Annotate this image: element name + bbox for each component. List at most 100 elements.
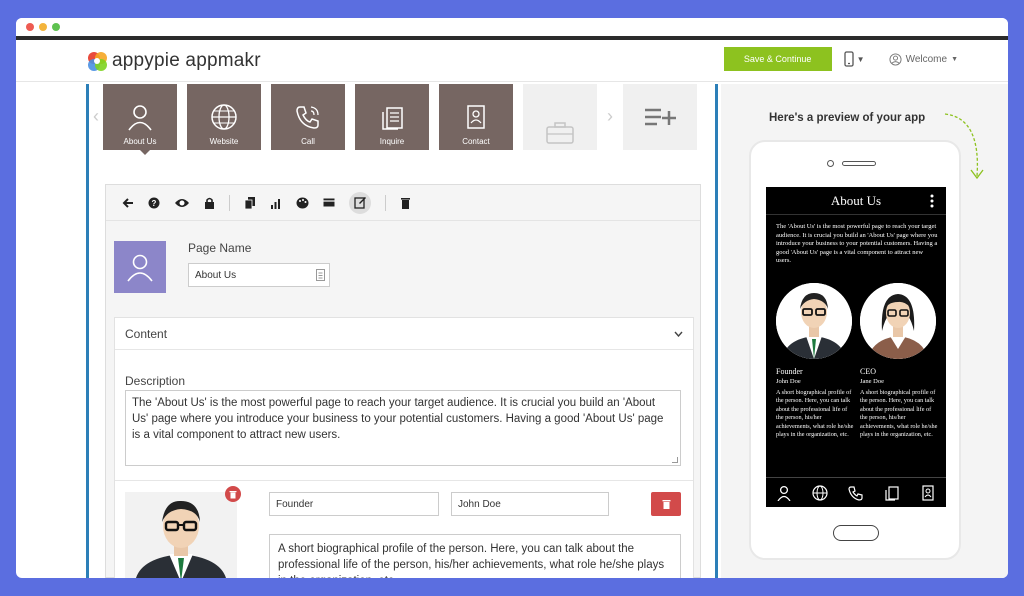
page-tile-inquire[interactable]: Inquire xyxy=(355,84,429,150)
caret-down-icon: ▼ xyxy=(856,54,865,64)
close-dot[interactable] xyxy=(26,23,34,31)
founder-avatar-image xyxy=(776,283,852,359)
screen-tab-bar xyxy=(766,477,946,507)
member-role-value: Founder xyxy=(276,498,314,510)
edit-icon xyxy=(353,197,366,209)
screen-header: About Us xyxy=(766,187,946,215)
device-selector[interactable]: ▼ xyxy=(843,51,865,67)
app-preview-pane: Here's a preview of your app About Us Th… xyxy=(721,84,1008,578)
screen-intro-text: The 'About Us' is the most powerful page… xyxy=(776,223,938,264)
member-name-input[interactable]: John Doe xyxy=(451,492,609,516)
more-vertical-icon[interactable] xyxy=(930,194,934,208)
page-tile-label: Call xyxy=(301,137,315,146)
member-role: CEO xyxy=(860,367,876,376)
page-tile-label: Inquire xyxy=(379,137,405,146)
toolbar-separator xyxy=(385,194,386,211)
lock-icon[interactable] xyxy=(204,197,215,209)
page-tile-label: About Us xyxy=(123,137,157,146)
page-tile-website[interactable]: Website xyxy=(187,84,261,150)
palette-icon[interactable] xyxy=(296,197,309,209)
chevron-down-icon xyxy=(674,331,683,337)
founder-avatar xyxy=(776,283,852,359)
member-name: John Doe xyxy=(776,378,801,385)
contact-card-icon xyxy=(467,105,485,129)
header-actions: Save & Continue ▼ Welcome ▼ xyxy=(723,47,958,71)
briefcase-icon xyxy=(546,122,574,144)
trash-icon xyxy=(662,500,670,509)
appypie-logo-icon xyxy=(88,51,107,71)
pages-carousel: ‹ About Us Website Call Inquire Contact … xyxy=(89,84,715,170)
globe-icon[interactable] xyxy=(812,484,828,501)
maximize-dot[interactable] xyxy=(52,23,60,31)
svg-text:?: ? xyxy=(152,199,157,208)
carousel-next-icon[interactable]: › xyxy=(607,106,613,127)
remove-photo-button[interactable] xyxy=(225,486,241,502)
phone-home-button xyxy=(833,525,879,541)
person-icon[interactable] xyxy=(776,485,792,501)
edit-page-button[interactable] xyxy=(349,191,371,214)
description-textarea[interactable]: The 'About Us' is the most powerful page… xyxy=(125,390,681,466)
phone-speaker xyxy=(827,160,876,167)
page-tile-call[interactable]: Call xyxy=(271,84,345,150)
page-settings-panel: ? Page Name About Us Content Description… xyxy=(105,184,701,578)
member-bio: A short biographical profile of the pers… xyxy=(860,389,938,439)
page-name-label: Page Name xyxy=(188,241,252,255)
user-menu[interactable]: Welcome ▼ xyxy=(889,52,958,66)
section-divider xyxy=(115,480,693,481)
member-name-value: John Doe xyxy=(458,498,501,510)
phone-icon[interactable] xyxy=(848,485,864,501)
ceo-avatar xyxy=(860,283,936,359)
page-tile-contact[interactable]: Contact xyxy=(439,84,513,150)
speaker-grille xyxy=(842,161,876,166)
member-bio-textarea[interactable]: A short biographical profile of the pers… xyxy=(269,534,681,578)
documents-icon[interactable] xyxy=(884,485,900,501)
appypie-logo[interactable]: appypie appmakr xyxy=(86,50,261,72)
person-icon xyxy=(128,105,152,131)
page-name-value: About Us xyxy=(195,269,237,281)
description-text: The 'About Us' is the most powerful page… xyxy=(132,397,664,441)
member-bio-text: A short biographical profile of the pers… xyxy=(278,543,665,578)
screen-title: About Us xyxy=(830,192,882,208)
help-icon[interactable]: ? xyxy=(148,197,160,209)
member-name: Jane Doe xyxy=(860,378,885,385)
carousel-prev-icon[interactable]: ‹ xyxy=(93,106,99,127)
copy-icon[interactable] xyxy=(244,196,256,209)
add-page-tile[interactable] xyxy=(623,84,697,150)
app-header: appypie appmakr Save & Continue ▼ Welcom… xyxy=(16,40,1008,82)
toolbar-separator xyxy=(229,194,230,211)
minimize-dot[interactable] xyxy=(39,23,47,31)
preview-title: Here's a preview of your app xyxy=(769,112,926,124)
page-editor: ‹ About Us Website Call Inquire Contact … xyxy=(86,84,718,578)
resize-handle[interactable] xyxy=(672,457,678,463)
browser-window: appypie appmakr Save & Continue ▼ Welcom… xyxy=(16,18,1008,578)
ceo-avatar-image xyxy=(860,283,936,359)
signal-bars-icon[interactable] xyxy=(270,197,282,209)
person-icon xyxy=(127,254,153,282)
mobile-phone-icon xyxy=(843,51,854,67)
content-accordion-header[interactable]: Content xyxy=(115,318,693,350)
page-name-input[interactable]: About Us xyxy=(188,263,330,287)
workspace: ‹ About Us Website Call Inquire Contact … xyxy=(16,84,1008,578)
page-tile-about-us[interactable]: About Us xyxy=(103,84,177,150)
page-icon-picker[interactable] xyxy=(114,241,166,293)
page-tile-label: Contact xyxy=(462,137,490,146)
member-photo-upload[interactable] xyxy=(125,492,237,578)
delete-member-button[interactable] xyxy=(651,492,681,516)
founder-avatar-image xyxy=(125,492,237,578)
member-role-input[interactable]: Founder xyxy=(269,492,439,516)
globe-icon xyxy=(211,104,237,130)
page-tile-business[interactable] xyxy=(523,84,597,150)
brand-name: appypie appmakr xyxy=(112,49,261,71)
back-arrow-icon[interactable] xyxy=(122,197,134,209)
documents-icon xyxy=(382,107,403,130)
member-role: Founder xyxy=(776,367,803,376)
contact-card-icon[interactable] xyxy=(920,484,936,501)
card-icon[interactable] xyxy=(323,198,335,207)
user-circle-icon xyxy=(889,52,902,66)
preview-eye-icon[interactable] xyxy=(174,197,190,209)
trash-icon[interactable] xyxy=(400,197,411,209)
content-section: Content Description The 'About Us' is th… xyxy=(114,317,694,578)
phone-screen: About Us The 'About Us' is the most powe… xyxy=(766,187,946,507)
save-continue-button[interactable]: Save & Continue xyxy=(723,47,832,71)
active-page-pointer xyxy=(140,150,150,155)
